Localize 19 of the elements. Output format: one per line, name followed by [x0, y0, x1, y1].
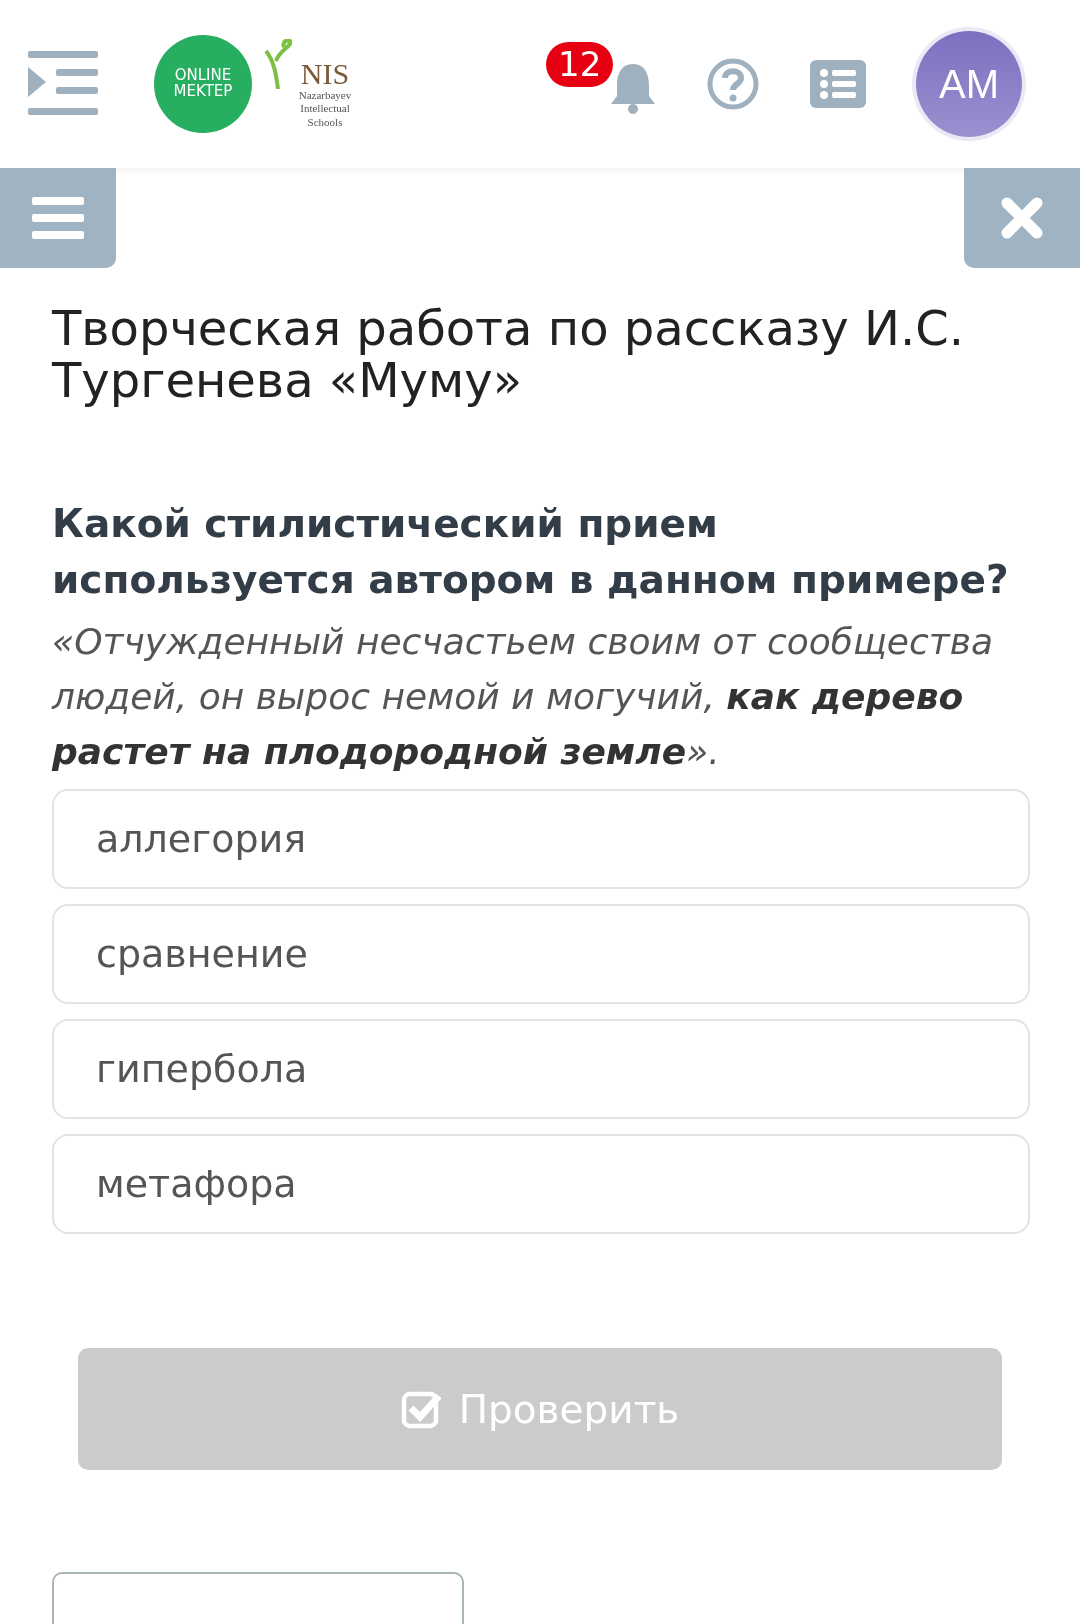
answer-option[interactable]: метафора: [52, 1134, 1030, 1234]
quote-text: «Отчужденный несчастьем своим от сообщества людей, он вырос немой и могучий, как дерево растет на плодородной земле».: [52, 620, 995, 774]
menu-icon[interactable]: [28, 51, 98, 117]
question-text: Какой стилистический прием используется автором в данном примере?: [52, 500, 1010, 604]
answer-option[interactable]: гипербола: [52, 1019, 1030, 1119]
menu-icon: [32, 197, 84, 239]
brand-name: NIS: [300, 59, 350, 90]
list-icon[interactable]: [810, 60, 866, 108]
help-icon[interactable]: [706, 57, 760, 111]
checkbox-icon: [400, 1389, 443, 1429]
answer-option[interactable]: аллегория: [52, 789, 1030, 889]
page-title: Творческая работа по рассказу И.С. Тургенева «Муму»: [52, 302, 965, 406]
notification-badge: 12: [546, 42, 614, 88]
answer-option[interactable]: сравнение: [52, 904, 1030, 1004]
close-button[interactable]: [964, 168, 1080, 268]
close-icon: [1001, 197, 1043, 239]
brand-subtitle: Nazarbayev Intellectual Schools: [297, 89, 353, 129]
logo-text: ONLINE MEKTEP: [172, 68, 234, 100]
menu-button[interactable]: [0, 168, 116, 268]
